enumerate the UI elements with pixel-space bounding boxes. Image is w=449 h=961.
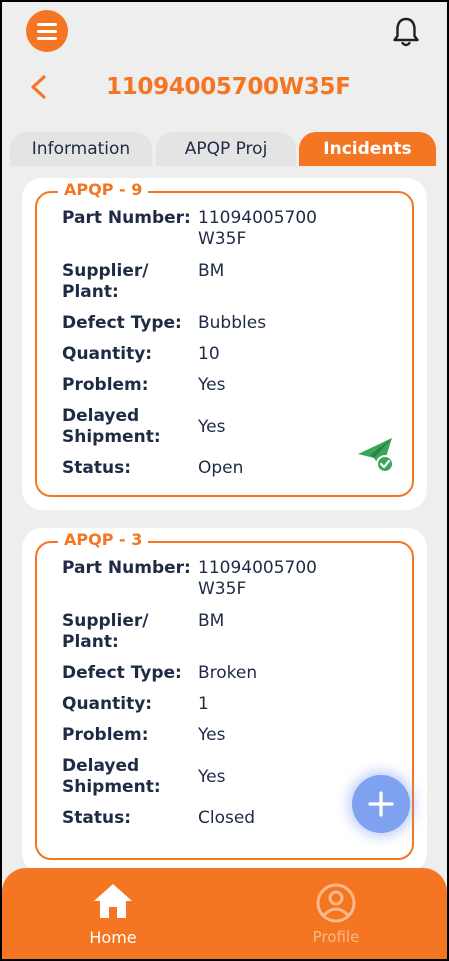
nav-profile[interactable]: Profile <box>276 882 396 946</box>
part-number-label: Part Number: <box>62 208 191 228</box>
quantity-row: Quantity: 1 <box>62 694 412 716</box>
defect-type-value: Broken <box>198 663 258 683</box>
chevron-left-icon[interactable] <box>28 74 52 100</box>
sent-check-icon[interactable] <box>356 436 396 474</box>
supplier-label-line1: Supplier/ <box>62 261 149 281</box>
defect-type-label: Defect Type: <box>62 313 182 333</box>
delayed-label-line2: Shipment: <box>62 777 161 797</box>
delayed-label-line1: Delayed <box>62 756 140 776</box>
defect-type-value: Bubbles <box>198 313 267 333</box>
title-row: 11094005700W35F <box>2 64 447 110</box>
problem-row: Problem: Yes <box>62 725 412 747</box>
nav-profile-label: Profile <box>312 928 360 946</box>
incident-tag: APQP - 9 <box>58 180 149 200</box>
quantity-label: Quantity: <box>62 694 153 714</box>
part-number-value-line2: W35F <box>198 579 247 599</box>
part-number-value-line1: 11094005700 <box>198 558 317 578</box>
supplier-value: BM <box>198 261 225 281</box>
supplier-row: Supplier/ Plant: BM <box>62 611 412 655</box>
status-label: Status: <box>62 808 131 828</box>
top-bar <box>2 2 447 62</box>
quantity-value: 1 <box>198 694 209 714</box>
quantity-value: 10 <box>198 344 220 364</box>
delayed-shipment-value: Yes <box>198 417 226 437</box>
tab-bar: Information APQP Proj Incidents <box>2 130 447 166</box>
part-number-value-line1: 11094005700 <box>198 208 317 228</box>
part-number-row: Part Number: 11094005700 W35F <box>62 558 412 602</box>
problem-label: Problem: <box>62 725 149 745</box>
part-number-value-line2: W35F <box>198 229 247 249</box>
delayed-label-line2: Shipment: <box>62 427 161 447</box>
hamburger-menu-icon[interactable] <box>26 10 68 52</box>
supplier-label-line2: Plant: <box>62 632 119 652</box>
incident-card[interactable]: APQP - 9 Part Number: 11094005700 W35F S… <box>22 178 427 510</box>
bottom-nav: Home Profile <box>2 868 447 959</box>
supplier-row: Supplier/ Plant: BM <box>62 261 412 305</box>
plus-icon <box>368 791 394 817</box>
defect-type-row: Defect Type: Broken <box>62 663 412 685</box>
incident-tag: APQP - 3 <box>58 530 149 550</box>
bell-icon[interactable] <box>392 16 420 48</box>
defect-type-row: Defect Type: Bubbles <box>62 313 412 335</box>
tab-information[interactable]: Information <box>10 132 152 166</box>
incident-list[interactable]: APQP - 9 Part Number: 11094005700 W35F S… <box>2 178 447 873</box>
home-icon <box>94 884 132 918</box>
add-incident-button[interactable] <box>352 775 410 833</box>
supplier-label-line2: Plant: <box>62 282 119 302</box>
tab-apqp-proj[interactable]: APQP Proj <box>156 132 296 166</box>
problem-value: Yes <box>198 375 226 395</box>
status-label: Status: <box>62 458 131 478</box>
tab-incidents[interactable]: Incidents <box>299 132 436 166</box>
part-number-label: Part Number: <box>62 558 191 578</box>
part-number-row: Part Number: 11094005700 W35F <box>62 208 412 252</box>
defect-type-label: Defect Type: <box>62 663 182 683</box>
page-title: 11094005700W35F <box>106 74 351 100</box>
problem-value: Yes <box>198 725 226 745</box>
nav-home[interactable]: Home <box>53 882 173 947</box>
delayed-label-line1: Delayed <box>62 406 140 426</box>
problem-row: Problem: Yes <box>62 375 412 397</box>
profile-icon <box>316 883 356 923</box>
problem-label: Problem: <box>62 375 149 395</box>
supplier-label-line1: Supplier/ <box>62 611 149 631</box>
nav-home-label: Home <box>89 928 137 947</box>
quantity-row: Quantity: 10 <box>62 344 412 366</box>
app-screen: 11094005700W35F Information APQP Proj In… <box>2 2 447 959</box>
supplier-value: BM <box>198 611 225 631</box>
quantity-label: Quantity: <box>62 344 153 364</box>
